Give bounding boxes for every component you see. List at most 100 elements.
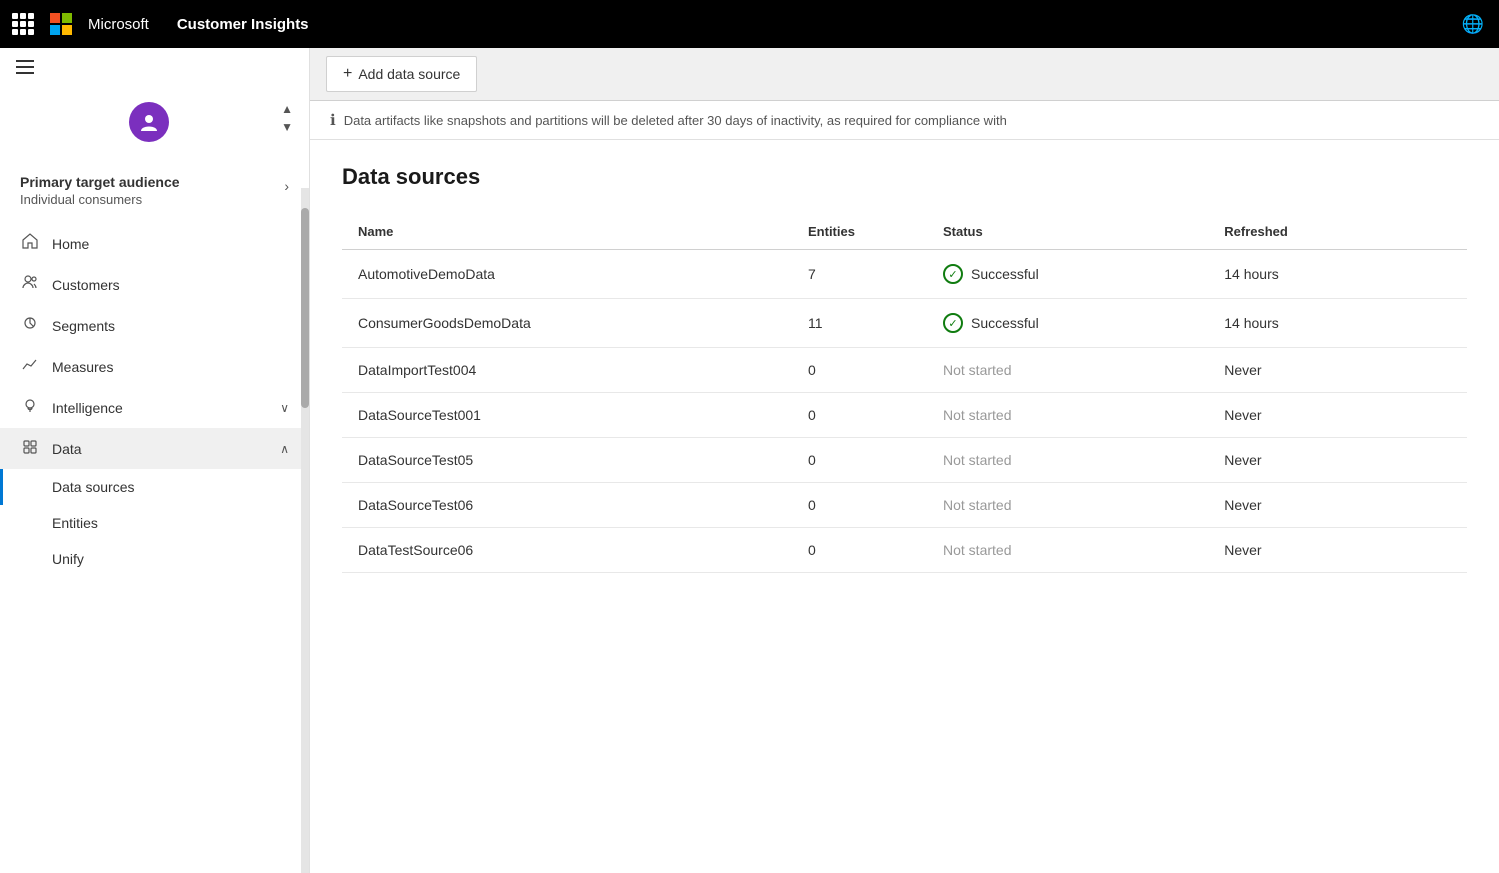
table-row[interactable]: DataTestSource060 Not started Never <box>342 528 1467 573</box>
segments-icon <box>20 315 40 336</box>
home-icon <box>20 233 40 254</box>
cell-status: Not started <box>927 393 1208 438</box>
main-area: ▲ ▼ Primary target audience Individual c… <box>0 48 1499 873</box>
sidebar-item-data-sources[interactable]: Data sources <box>0 469 309 505</box>
chevron-up-icon[interactable]: ▲ <box>281 102 293 116</box>
primary-target-section[interactable]: Primary target audience Individual consu… <box>0 158 309 215</box>
content-area: + Add data source ℹ Data artifacts like … <box>310 48 1499 873</box>
cell-refreshed: Never <box>1208 528 1467 573</box>
brand-label: Microsoft <box>88 16 149 33</box>
apps-grid-icon[interactable] <box>12 13 34 35</box>
customers-icon <box>20 274 40 295</box>
measures-icon <box>20 356 40 377</box>
cell-refreshed: Never <box>1208 438 1467 483</box>
hamburger-menu-button[interactable] <box>16 60 34 74</box>
sidebar-item-entities[interactable]: Entities <box>0 505 309 541</box>
cell-entities: 0 <box>792 483 927 528</box>
status-text: Not started <box>943 407 1011 423</box>
sidebar-item-intelligence[interactable]: Intelligence ∨ <box>0 387 309 428</box>
success-icon: ✓ <box>943 264 963 284</box>
data-sources-label: Data sources <box>52 479 289 495</box>
app-title: Customer Insights <box>177 16 309 33</box>
cell-status: Not started <box>927 438 1208 483</box>
primary-target-sub: Individual consumers <box>20 192 180 207</box>
status-text: Not started <box>943 497 1011 513</box>
info-banner: ℹ Data artifacts like snapshots and part… <box>310 101 1499 140</box>
globe-icon[interactable]: 🌐 <box>1459 10 1487 38</box>
cell-refreshed: Never <box>1208 393 1467 438</box>
status-text: Successful <box>971 315 1039 331</box>
sidebar-item-unify[interactable]: Unify <box>0 541 309 577</box>
status-text: Successful <box>971 266 1039 282</box>
segments-label: Segments <box>52 318 289 334</box>
cell-refreshed: Never <box>1208 483 1467 528</box>
cell-refreshed: Never <box>1208 348 1467 393</box>
cell-status: Not started <box>927 348 1208 393</box>
col-header-name: Name <box>342 214 792 250</box>
measures-label: Measures <box>52 359 289 375</box>
add-datasource-button[interactable]: + Add data source <box>326 56 477 92</box>
table-row[interactable]: DataImportTest0040 Not started Never <box>342 348 1467 393</box>
data-sources-table: Name Entities Status Refreshed Automotiv… <box>342 214 1467 573</box>
cell-status: Not started <box>927 528 1208 573</box>
cell-entities: 11 <box>792 299 927 348</box>
home-label: Home <box>52 236 289 252</box>
content-toolbar: + Add data source <box>310 48 1499 101</box>
add-datasource-label: Add data source <box>358 66 460 82</box>
page-title: Data sources <box>342 164 1467 190</box>
sidebar-item-home[interactable]: Home <box>0 223 309 264</box>
cell-name: DataSourceTest05 <box>342 438 792 483</box>
cell-name: DataSourceTest001 <box>342 393 792 438</box>
cell-name: DataTestSource06 <box>342 528 792 573</box>
status-text: Not started <box>943 452 1011 468</box>
table-row[interactable]: ConsumerGoodsDemoData11 ✓ Successful 14 hou… <box>342 299 1467 348</box>
intelligence-label: Intelligence <box>52 400 268 416</box>
cell-entities: 0 <box>792 528 927 573</box>
customers-label: Customers <box>52 277 289 293</box>
cell-name: DataSourceTest06 <box>342 483 792 528</box>
table-row[interactable]: DataSourceTest060 Not started Never <box>342 483 1467 528</box>
info-banner-text: Data artifacts like snapshots and partit… <box>344 113 1007 128</box>
sidebar-scrollbar[interactable] <box>301 188 309 873</box>
intelligence-icon <box>20 397 40 418</box>
sidebar-item-segments[interactable]: Segments <box>0 305 309 346</box>
table-row[interactable]: DataSourceTest0010 Not started Never <box>342 393 1467 438</box>
cell-entities: 7 <box>792 250 927 299</box>
sidebar-item-customers[interactable]: Customers <box>0 264 309 305</box>
col-header-refreshed: Refreshed <box>1208 214 1467 250</box>
cell-entities: 0 <box>792 348 927 393</box>
status-text: Not started <box>943 542 1011 558</box>
col-header-entities: Entities <box>792 214 927 250</box>
entities-label: Entities <box>52 515 289 531</box>
success-icon: ✓ <box>943 313 963 333</box>
primary-target-chevron-icon: › <box>284 178 289 194</box>
cell-entities: 0 <box>792 393 927 438</box>
status-text: Not started <box>943 362 1011 378</box>
intelligence-chevron-icon: ∨ <box>280 401 289 415</box>
cell-name: AutomotiveDemoData <box>342 250 792 299</box>
cell-refreshed: 14 hours <box>1208 250 1467 299</box>
sidebar-item-data[interactable]: Data ∧ <box>0 428 309 469</box>
data-label: Data <box>52 441 268 457</box>
cell-name: ConsumerGoodsDemoData <box>342 299 792 348</box>
table-row[interactable]: DataSourceTest050 Not started Never <box>342 438 1467 483</box>
data-icon <box>20 438 40 459</box>
chevron-down-icon[interactable]: ▼ <box>281 120 293 134</box>
cell-entities: 0 <box>792 438 927 483</box>
cell-refreshed: 14 hours <box>1208 299 1467 348</box>
cell-name: DataImportTest004 <box>342 348 792 393</box>
table-row[interactable]: AutomotiveDemoData7 ✓ Successful 14 hours <box>342 250 1467 299</box>
plus-icon: + <box>343 65 352 83</box>
sidebar: ▲ ▼ Primary target audience Individual c… <box>0 48 310 873</box>
info-icon: ℹ <box>330 111 336 129</box>
content-main: Data sources Name Entities Status Refres… <box>310 140 1499 873</box>
cell-status: Not started <box>927 483 1208 528</box>
col-header-status: Status <box>927 214 1208 250</box>
sidebar-item-measures[interactable]: Measures <box>0 346 309 387</box>
data-chevron-icon: ∧ <box>280 442 289 456</box>
topbar: Microsoft Customer Insights 🌐 <box>0 0 1499 48</box>
unify-label: Unify <box>52 551 289 567</box>
primary-target-label: Primary target audience <box>20 174 180 190</box>
avatar <box>129 102 169 142</box>
microsoft-logo <box>50 13 72 35</box>
